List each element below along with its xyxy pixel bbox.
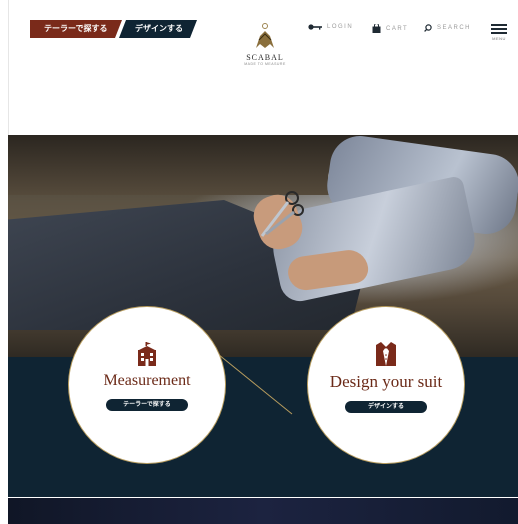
- tab-find-tailor[interactable]: テーラーで探する: [30, 20, 122, 38]
- search-label: SEARCH: [437, 25, 472, 31]
- login-label: LOGIN: [327, 24, 354, 30]
- lion-crest-icon: [256, 23, 274, 48]
- design-suit-card[interactable]: Design your suit デザインする: [311, 310, 461, 460]
- login-link[interactable]: LOGIN: [308, 24, 353, 30]
- hamburger-icon-bar: [491, 28, 507, 30]
- suit-vest-icon: [376, 342, 396, 366]
- logo-text: SCABAL: [246, 53, 284, 62]
- design-button[interactable]: デザインする: [345, 401, 427, 413]
- hero-tailor-image: [8, 135, 518, 357]
- building-icon: [138, 342, 156, 366]
- measurement-card[interactable]: Measurement テーラーで探する: [72, 310, 222, 460]
- menu-label: MENU: [492, 36, 506, 41]
- menu-button[interactable]: MENU: [491, 24, 507, 41]
- find-tailor-button[interactable]: テーラーで探する: [106, 399, 188, 411]
- logo-tagline: MADE TO MEASURE: [244, 62, 286, 66]
- key-icon: [308, 24, 322, 30]
- brand-logo[interactable]: SCABAL MADE TO MEASURE: [240, 22, 290, 66]
- search-icon: [424, 24, 432, 32]
- search-link[interactable]: SEARCH: [424, 24, 471, 32]
- next-section-preview: [8, 498, 518, 524]
- card-title: Measurement: [103, 372, 191, 389]
- card-title: Design your suit: [329, 372, 443, 391]
- hamburger-icon-bar: [491, 32, 507, 34]
- tab-design[interactable]: デザインする: [119, 20, 197, 38]
- header-tabs: テーラーで探する デザインする: [30, 20, 197, 38]
- hamburger-icon: [491, 24, 507, 26]
- cart-link[interactable]: CART: [372, 24, 408, 33]
- cart-label: CART: [386, 25, 409, 32]
- cart-bag-icon: [372, 24, 381, 33]
- scissors-icon: [260, 191, 304, 237]
